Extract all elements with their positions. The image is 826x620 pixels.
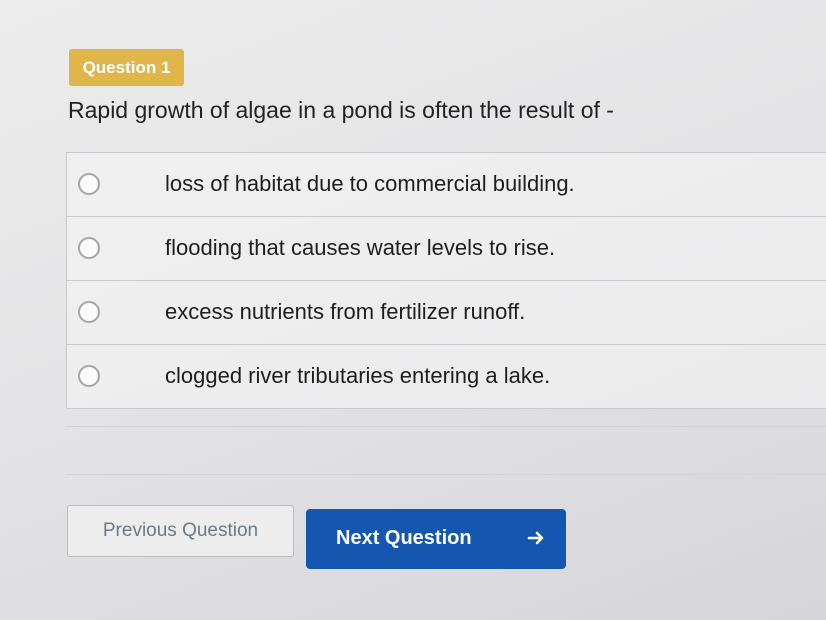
previous-question-button[interactable]: Previous Question [67,505,294,557]
answer-option-2[interactable]: flooding that causes water levels to ris… [66,217,826,281]
answer-option-label: excess nutrients from fertilizer runoff. [165,299,526,324]
answer-option-label: flooding that causes water levels to ris… [165,235,556,260]
radio-button[interactable] [78,365,100,387]
question-badge: Question 1 [69,49,184,86]
radio-button[interactable] [78,173,100,195]
radio-button[interactable] [78,301,100,323]
next-question-label: Next Question [336,527,472,549]
answer-option-1[interactable]: loss of habitat due to commercial buildi… [66,153,826,217]
answer-options: loss of habitat due to commercial buildi… [66,152,826,409]
answer-option-label: loss of habitat due to commercial buildi… [165,171,575,196]
divider [66,426,826,427]
question-text: Rapid growth of algae in a pond is often… [68,97,614,123]
divider [66,474,826,475]
answer-option-label: clogged river tributaries entering a lak… [165,363,551,388]
answer-option-4[interactable]: clogged river tributaries entering a lak… [66,345,826,409]
radio-button[interactable] [78,237,100,259]
arrow-right-icon [527,531,544,545]
next-question-button[interactable]: Next Question [306,509,566,569]
answer-option-3[interactable]: excess nutrients from fertilizer runoff. [66,281,826,345]
